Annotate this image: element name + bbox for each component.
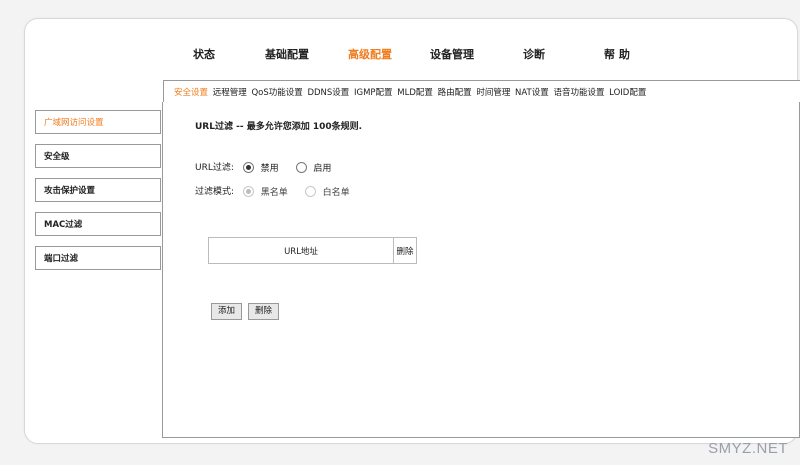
delete-button[interactable]: 删除 bbox=[248, 303, 280, 320]
filter-mode-row: 过滤模式: 黑名单 白名单 bbox=[195, 184, 358, 198]
url-table-header-delete: 删除 bbox=[393, 237, 417, 264]
filter-mode-whitelist-radio[interactable] bbox=[304, 186, 316, 197]
url-table: URL地址 删除 bbox=[208, 237, 417, 264]
subnav-igmp-config[interactable]: IGMP配置 bbox=[354, 88, 393, 98]
filter-mode-label: 过滤模式: bbox=[195, 187, 235, 197]
subnav-remote-management[interactable]: 远程管理 bbox=[213, 88, 247, 98]
url-filter-disable-radio[interactable] bbox=[242, 162, 254, 173]
filter-mode-blacklist-radio[interactable] bbox=[242, 186, 254, 197]
sidebar-item-wan-access[interactable]: 广域网访问设置 bbox=[35, 110, 161, 134]
topnav-basic-config[interactable]: 基础配置 bbox=[265, 46, 309, 62]
watermark: SMYZ.NET bbox=[708, 440, 788, 457]
topnav-diagnostics[interactable]: 诊断 bbox=[523, 46, 545, 62]
url-filter-disable-label: 禁用 bbox=[260, 164, 279, 174]
url-filter-enable-label: 启用 bbox=[313, 164, 332, 174]
subnav-routing-config[interactable]: 路由配置 bbox=[438, 88, 472, 98]
url-filter-label: URL过滤: bbox=[195, 163, 234, 173]
topnav-status[interactable]: 状态 bbox=[193, 46, 215, 62]
sidebar-item-mac-filter[interactable]: MAC过滤 bbox=[35, 212, 161, 236]
sidebar-item-attack-protection[interactable]: 攻击保护设置 bbox=[35, 178, 161, 202]
url-filter-row: URL过滤: 禁用 启用 bbox=[195, 160, 339, 174]
subnav-time-management[interactable]: 时间管理 bbox=[476, 88, 510, 98]
sidebar-item-security-level[interactable]: 安全级 bbox=[35, 144, 161, 168]
page-title: URL过滤 -- 最多允许您添加 100条规则. bbox=[195, 122, 363, 132]
subnav-nat-settings[interactable]: NAT设置 bbox=[515, 88, 549, 98]
sub-navigation: 安全设置 远程管理 QoS功能设置 DDNS设置 IGMP配置 MLD配置 路由… bbox=[163, 80, 800, 103]
subnav-security-settings[interactable]: 安全设置 bbox=[174, 88, 208, 98]
filter-mode-whitelist-label: 白名单 bbox=[322, 188, 350, 198]
subnav-mld-config[interactable]: MLD配置 bbox=[397, 88, 433, 98]
subnav-qos-settings[interactable]: QoS功能设置 bbox=[251, 88, 302, 98]
add-button[interactable]: 添加 bbox=[211, 303, 243, 320]
topnav-help[interactable]: 帮 助 bbox=[604, 46, 630, 62]
top-navigation: 状态 基础配置 高级配置 设备管理 诊断 帮 助 bbox=[0, 46, 800, 66]
filter-mode-blacklist-label: 黑名单 bbox=[260, 188, 288, 198]
sidebar-item-port-filter[interactable]: 端口过滤 bbox=[35, 246, 161, 270]
subnav-ddns-settings[interactable]: DDNS设置 bbox=[307, 88, 349, 98]
subnav-voice-settings[interactable]: 语音功能设置 bbox=[553, 88, 604, 98]
content-panel: URL过滤 -- 最多允许您添加 100条规则. URL过滤: 禁用 启用 过滤… bbox=[162, 102, 800, 438]
url-table-header: URL地址 删除 bbox=[208, 237, 417, 264]
subnav-loid-config[interactable]: LOID配置 bbox=[609, 88, 646, 98]
url-table-header-url: URL地址 bbox=[208, 237, 394, 264]
topnav-advanced-config[interactable]: 高级配置 bbox=[348, 46, 392, 62]
url-filter-enable-radio[interactable] bbox=[295, 162, 307, 173]
topnav-device-management[interactable]: 设备管理 bbox=[430, 46, 474, 62]
